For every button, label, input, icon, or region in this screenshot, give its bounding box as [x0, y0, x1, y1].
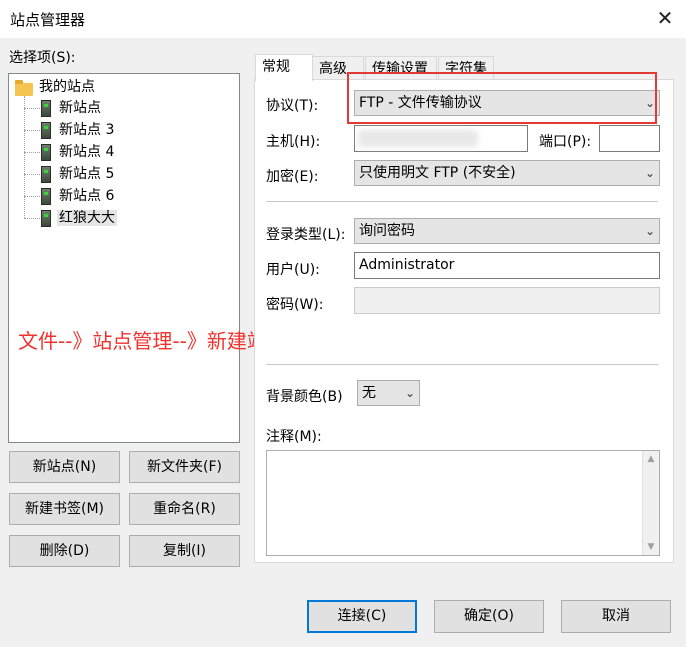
- redacted-host-mask: [358, 130, 478, 147]
- close-icon[interactable]: ✕: [654, 6, 676, 30]
- chevron-down-icon: ⌄: [644, 166, 655, 180]
- tree-connector: [24, 174, 40, 175]
- tree-item-site[interactable]: 新站点: [41, 98, 103, 118]
- site-tree[interactable]: 我的站点 新站点 新站点 3 新站点 4 新站点 5 新站点 6 红狼大大: [8, 73, 240, 443]
- annotation-text: 文件--》站点管理--》新建站点: [18, 329, 287, 353]
- logon-type-label: 登录类型(L):: [266, 227, 346, 243]
- password-label: 密码(W):: [266, 297, 324, 313]
- tree-connector: [24, 130, 40, 131]
- tree-connector: [24, 218, 40, 219]
- tree-item-site[interactable]: 新站点 4: [41, 142, 116, 162]
- tree-connector: [24, 196, 40, 197]
- tab-charset[interactable]: 字符集: [438, 56, 494, 81]
- bg-color-select[interactable]: 无 ⌄: [357, 380, 420, 406]
- protocol-select[interactable]: FTP - 文件传输协议 ⌄: [354, 90, 660, 116]
- encryption-select[interactable]: 只使用明文 FTP (不安全) ⌄: [354, 160, 660, 186]
- new-folder-button[interactable]: 新文件夹(F): [129, 451, 240, 483]
- tree-item-label: 新站点 3: [59, 122, 115, 138]
- comments-textarea[interactable]: ▲ ▼: [266, 450, 660, 556]
- chevron-down-icon: ⌄: [644, 96, 655, 110]
- tree-item-label: 新站点 4: [59, 144, 115, 160]
- window-title: 站点管理器: [10, 11, 86, 29]
- rename-button[interactable]: 重命名(R): [129, 493, 240, 525]
- tree-item-label: 新站点 5: [59, 166, 115, 182]
- tree-item-site-selected[interactable]: 红狼大大: [41, 208, 117, 228]
- ok-button[interactable]: 确定(O): [434, 600, 544, 633]
- host-label: 主机(H):: [266, 134, 321, 150]
- tree-item-label: 红狼大大: [57, 210, 117, 226]
- server-icon: [41, 121, 51, 139]
- encryption-value: 只使用明文 FTP (不安全): [359, 165, 516, 181]
- logon-type-value: 询问密码: [359, 223, 415, 239]
- scrollbar[interactable]: ▲ ▼: [642, 451, 659, 555]
- server-icon: [41, 143, 51, 161]
- user-field[interactable]: Administrator: [354, 252, 660, 279]
- tree-root-label: 我的站点: [39, 79, 95, 95]
- cancel-button[interactable]: 取消: [561, 600, 671, 633]
- user-label: 用户(U):: [266, 262, 320, 278]
- chevron-down-icon: ⌄: [644, 224, 655, 238]
- divider: [266, 364, 658, 365]
- tree-item-label: 新站点: [59, 100, 101, 116]
- copy-button[interactable]: 复制(I): [129, 535, 240, 567]
- protocol-value: FTP - 文件传输协议: [359, 95, 482, 111]
- tab-advanced[interactable]: 高级: [312, 56, 364, 81]
- tree-item-label: 新站点 6: [59, 188, 115, 204]
- delete-button[interactable]: 删除(D): [9, 535, 120, 567]
- divider: [266, 201, 658, 202]
- comments-label: 注释(M):: [266, 429, 322, 445]
- bg-color-label: 背景颜色(B): [266, 389, 343, 405]
- scroll-down-icon[interactable]: ▼: [643, 539, 659, 555]
- tab-transfer-settings[interactable]: 传输设置: [365, 56, 437, 81]
- protocol-label: 协议(T):: [266, 98, 319, 114]
- tab-general[interactable]: 常规: [255, 54, 313, 81]
- encryption-label: 加密(E):: [266, 169, 319, 185]
- password-field: [354, 287, 660, 314]
- tree-item-site[interactable]: 新站点 3: [41, 120, 116, 140]
- server-icon: [41, 99, 51, 117]
- bg-color-value: 无: [362, 385, 376, 401]
- new-bookmark-button[interactable]: 新建书签(M): [9, 493, 120, 525]
- tree-connector: [24, 96, 25, 218]
- tree-root-my-sites[interactable]: 我的站点: [9, 77, 97, 97]
- port-label: 端口(P):: [539, 134, 592, 150]
- tree-connector: [24, 108, 40, 109]
- port-field[interactable]: [599, 125, 660, 152]
- new-site-button[interactable]: 新站点(N): [9, 451, 120, 483]
- tree-item-site[interactable]: 新站点 5: [41, 164, 116, 184]
- tree-connector: [24, 152, 40, 153]
- server-icon: [41, 209, 51, 227]
- logon-type-select[interactable]: 询问密码 ⌄: [354, 218, 660, 244]
- select-entry-label: 选择项(S):: [9, 50, 76, 66]
- folder-icon: [15, 80, 33, 96]
- chevron-down-icon: ⌄: [404, 386, 415, 400]
- scroll-up-icon[interactable]: ▲: [643, 451, 659, 467]
- title-bar: 站点管理器 ✕: [0, 0, 686, 38]
- tree-item-site[interactable]: 新站点 6: [41, 186, 116, 206]
- server-icon: [41, 187, 51, 205]
- server-icon: [41, 165, 51, 183]
- connect-button[interactable]: 连接(C): [307, 600, 417, 633]
